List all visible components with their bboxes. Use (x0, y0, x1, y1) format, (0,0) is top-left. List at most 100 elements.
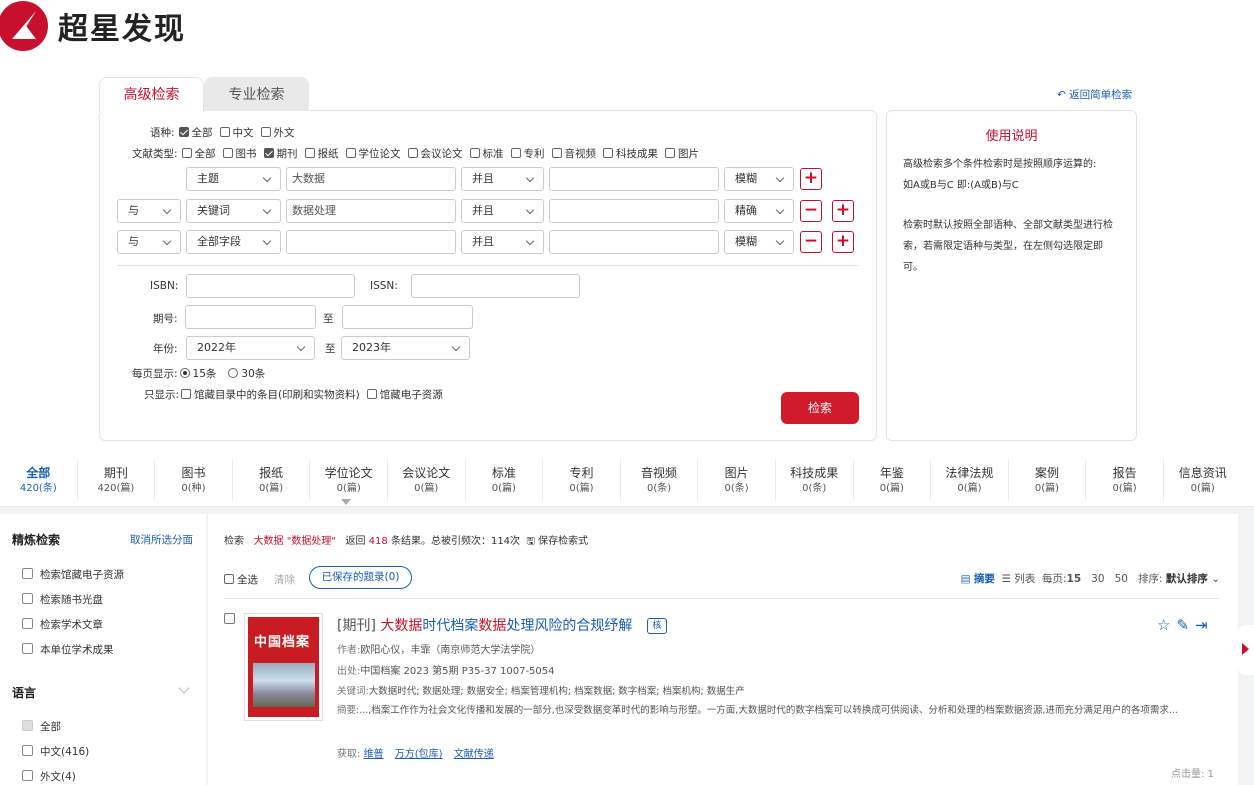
checkbox[interactable] (222, 148, 233, 158)
checkbox[interactable] (22, 593, 33, 604)
lang-option-foreign[interactable]: 外文 (260, 125, 295, 140)
access-link-wanfang[interactable]: 万方(包库) (395, 749, 443, 760)
checkbox[interactable] (551, 148, 562, 158)
issue-to-input[interactable] (342, 305, 473, 329)
checkbox[interactable] (603, 148, 614, 158)
keyword-links[interactable]: 大数据时代; 数据处理; 数据安全; 档案管理机构; 档案数据; 数字档案; 档… (369, 686, 745, 697)
match-select[interactable]: 模糊 (724, 230, 794, 254)
tab-category[interactable]: 会议论文 0(篇) (388, 459, 466, 501)
per-page-50[interactable]: 50 (1115, 573, 1128, 585)
tab-category[interactable]: 专利 0(篇) (543, 459, 621, 501)
doctype-option[interactable]: 报纸 (304, 146, 339, 161)
chevron-down-icon[interactable]: ⌄ (1211, 573, 1220, 585)
access-link-vip[interactable]: 维普 (364, 749, 384, 760)
boolean-select[interactable]: 与 (117, 199, 181, 223)
search-term-input[interactable] (286, 230, 456, 254)
operator-select[interactable]: 并且 (461, 199, 544, 223)
list-view-button[interactable]: ☰ 列表 (1002, 573, 1036, 585)
checkbox[interactable] (181, 148, 192, 158)
author-link[interactable]: 欧阳心仪，丰霏（南京师范大学法学院） (360, 645, 540, 656)
checkbox[interactable] (304, 148, 315, 158)
doctype-option[interactable]: 音视频 (551, 146, 596, 161)
search-term-input-2[interactable] (549, 199, 719, 223)
checkbox-checked[interactable] (178, 127, 189, 137)
search-term-input-2[interactable] (549, 230, 719, 254)
logo[interactable]: 超星发现 (0, 0, 186, 52)
result-title[interactable]: [期刊] 大数据时代档案数据处理风险的合规纾解 核 (337, 615, 667, 635)
checkbox[interactable] (181, 389, 192, 399)
checkbox[interactable] (22, 643, 33, 654)
operator-select[interactable]: 并且 (461, 167, 544, 191)
checkbox[interactable] (22, 618, 33, 629)
tab-category[interactable]: 年鉴 0(篇) (854, 459, 932, 501)
tab-category[interactable]: 全部 420(条) (0, 459, 78, 501)
issn-input[interactable] (411, 274, 580, 298)
year-to-select[interactable]: 2023年 (341, 336, 470, 360)
search-term-input[interactable]: 大数据 (286, 167, 456, 191)
refine-option[interactable]: 本单位学术成果 (22, 642, 114, 657)
match-select[interactable]: 模糊 (724, 167, 794, 191)
doctype-option[interactable]: 会议论文 (407, 146, 463, 161)
tab-category[interactable]: 报纸 0(篇) (233, 459, 311, 501)
language-facet-option[interactable]: 中文(416) (22, 744, 89, 759)
isbn-input[interactable] (186, 274, 355, 298)
checkbox-checked[interactable] (263, 148, 274, 158)
clear-button[interactable]: 清除 (274, 572, 295, 587)
doctype-option[interactable]: 图片 (665, 146, 699, 161)
per-page-15[interactable]: 15 (1067, 573, 1082, 585)
doctype-option[interactable]: 专利 (510, 146, 545, 161)
checkbox[interactable] (345, 148, 356, 158)
language-facet-option[interactable]: 全部 (22, 719, 61, 734)
refine-option[interactable]: 检索馆藏电子资源 (22, 567, 124, 582)
checkbox[interactable] (22, 770, 33, 781)
per-page-15-option[interactable]: 15条 (179, 366, 216, 381)
lang-option-chinese[interactable]: 中文 (219, 125, 254, 140)
tab-category[interactable]: 学位论文 0(篇) (310, 459, 388, 501)
checkbox[interactable] (407, 148, 418, 158)
field-select[interactable]: 关键词 (186, 199, 281, 223)
checkbox[interactable] (665, 148, 676, 158)
checkbox[interactable] (224, 574, 234, 584)
per-page-30-option[interactable]: 30条 (228, 366, 265, 381)
add-condition-button[interactable]: + (832, 200, 854, 222)
result-checkbox[interactable] (224, 613, 235, 624)
language-facet-option[interactable]: 外文(4) (22, 769, 76, 784)
tab-category[interactable]: 图书 0(种) (155, 459, 233, 501)
edit-icon[interactable]: ✎ (1176, 616, 1189, 634)
radio-selected[interactable] (179, 368, 190, 378)
tab-category[interactable]: 标准 0(篇) (466, 459, 544, 501)
share-icon[interactable]: ⇥ (1195, 616, 1208, 634)
doctype-option[interactable]: 图书 (222, 146, 257, 161)
doctype-option[interactable]: 科技成果 (603, 146, 658, 161)
checkbox[interactable] (366, 389, 377, 399)
tab-category[interactable]: 科技成果 0(条) (776, 459, 854, 501)
search-button[interactable]: 检索 (781, 392, 859, 424)
checkbox[interactable] (510, 148, 521, 158)
tab-category[interactable]: 报告 0(篇) (1086, 459, 1164, 501)
select-all[interactable]: 全选 (224, 572, 258, 587)
field-select[interactable]: 主题 (186, 167, 281, 191)
tab-professional-search[interactable]: 专业检索 (204, 77, 309, 111)
sort-select[interactable]: 默认排序 (1166, 573, 1208, 585)
search-term-input-2[interactable] (549, 167, 719, 191)
add-condition-button[interactable]: + (800, 168, 822, 190)
tab-category[interactable]: 法律法规 0(篇) (931, 459, 1009, 501)
tab-category[interactable]: 期刊 420(篇) (78, 459, 156, 501)
journal-cover[interactable]: 中国档案 (244, 613, 323, 721)
source-link[interactable]: 中国档案 2023 第5期 P35-37 1007-5054 (360, 666, 554, 677)
back-to-simple-search-link[interactable]: ↶ 返回简单检索 (1057, 87, 1132, 102)
match-select[interactable]: 精确 (724, 199, 794, 223)
checkbox[interactable] (22, 745, 33, 756)
doctype-option[interactable]: 全部 (181, 146, 216, 161)
field-select[interactable]: 全部字段 (186, 230, 281, 254)
saved-records-button[interactable]: 已保存的题录(0) (309, 566, 412, 589)
doctype-option[interactable]: 标准 (469, 146, 504, 161)
star-icon[interactable]: ☆ (1157, 616, 1170, 634)
access-link-delivery[interactable]: 文献传递 (454, 749, 494, 760)
radio[interactable] (228, 368, 239, 378)
save-search-button[interactable]: 🖫 保存检索式 (526, 536, 588, 547)
language-facet-title[interactable]: 语言 (12, 684, 36, 701)
tab-category[interactable]: 音视频 0(条) (621, 459, 699, 501)
checkbox[interactable] (469, 148, 480, 158)
boolean-select[interactable]: 与 (117, 230, 181, 254)
